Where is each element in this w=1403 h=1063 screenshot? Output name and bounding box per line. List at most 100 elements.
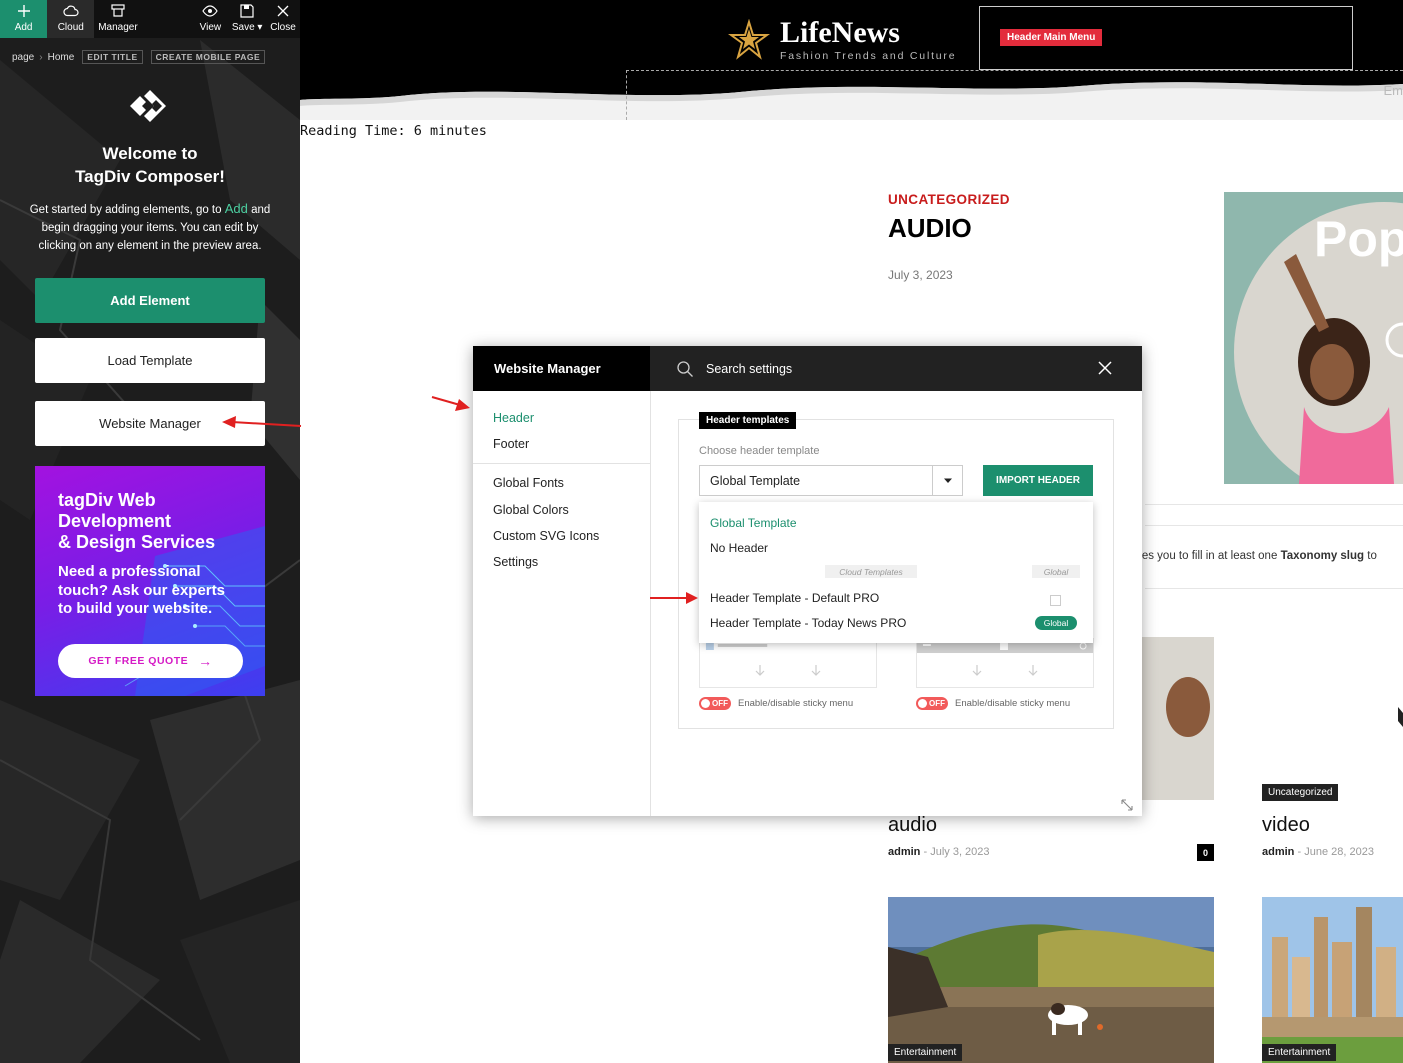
resize-handle-icon[interactable] [1120,798,1134,812]
load-template-button[interactable]: Load Template [35,338,265,383]
nav-global-fonts[interactable]: Global Fonts [493,476,564,490]
edit-title-button[interactable]: EDIT TITLE [82,50,143,64]
card-title-audio[interactable]: audio [888,814,937,837]
card-author[interactable]: admin [1262,846,1294,858]
cloud-label: Cloud [57,22,84,33]
option-global-template[interactable]: Global Template [710,516,797,530]
nav-settings[interactable]: Settings [493,555,538,569]
welcome-line-1: Welcome to [102,144,198,163]
breadcrumb-page[interactable]: page [12,52,34,63]
sticky-menu-toggle[interactable]: OFF [699,697,731,710]
nav-footer[interactable]: Footer [493,437,529,451]
header-main-menu-area[interactable]: Header Main Menu [979,6,1353,70]
card-author[interactable]: admin [888,846,920,858]
cloud-button[interactable]: Cloud [47,0,95,38]
modal-search-bar [650,346,1142,391]
card-category-badge[interactable]: Uncategorized [1262,784,1339,801]
add-button[interactable]: Add [0,0,48,38]
option-today-news-pro[interactable]: Header Template - Today News PRO [710,616,906,630]
composer-toolbar: Add Cloud Manager View Save ▾ Close [0,0,300,38]
header-preview-thumb[interactable] [916,638,1094,688]
choose-header-label: Choose header template [699,445,820,457]
manager-button[interactable]: Manager [94,0,141,38]
promo-banner[interactable]: tagDiv Web Development & Design Services… [35,466,265,696]
arrow-right-icon: → [198,653,213,669]
header-preview-thumb[interactable] [699,638,877,688]
create-mobile-page-button[interactable]: CREATE MOBILE PAGE [150,50,266,64]
empty-block-label: Em [1383,83,1403,98]
option-no-header[interactable]: No Header [710,541,768,555]
promo-text-line-3: to build your website. [58,600,213,617]
modal-title: Website Manager [473,346,650,391]
global-column-label: Global [1032,565,1080,578]
card-meta-audio: admin - July 3, 2023 [888,846,990,858]
manager-icon [111,4,125,17]
promo-text-line-2: touch? Ask our experts [58,581,225,599]
reading-time: Reading Time: 6 minutes [300,123,487,139]
website-manager-modal[interactable]: Website Manager Header Footer Global Fon… [473,346,1142,816]
taxonomy-msg-before: res you to fill in at least one [1138,550,1278,562]
site-logo[interactable]: LifeNews Fashion Trends and Culture [728,18,956,62]
card-category-badge[interactable]: Entertainment [888,1044,963,1061]
import-header-button[interactable]: IMPORT HEADER [983,465,1093,496]
card-image-video[interactable] [1262,637,1403,800]
add-element-button[interactable]: Add Element [35,278,265,323]
add-label: Add [14,22,33,33]
card-title-video[interactable]: video [1262,814,1310,837]
breadcrumb-home[interactable]: Home [48,52,75,63]
promo-title: tagDiv Web Development & Design Services [58,490,258,553]
get-free-quote-button[interactable]: GET FREE QUOTE → [58,644,243,678]
cloud-templates-group-label: Cloud Templates [825,565,917,578]
view-button[interactable]: View [192,0,228,38]
breadcrumb: page › Home EDIT TITLE CREATE MOBILE PAG… [12,50,266,64]
divider-line [1145,525,1403,526]
toggle-state: OFF [929,699,945,708]
get-free-quote-label: GET FREE QUOTE [88,655,189,667]
option-default-pro[interactable]: Header Template - Default PRO [710,591,879,605]
cloud-icon [63,5,79,17]
header-template-dropdown[interactable]: Global Template No Header Cloud Template… [699,502,1093,643]
close-button[interactable]: Close [266,0,300,38]
website-manager-button[interactable]: Website Manager [35,401,265,446]
search-settings-input[interactable] [706,354,1066,383]
manager-label: Manager [98,22,138,33]
meta-separator: - [923,846,928,858]
taxonomy-msg-after: to [1367,550,1377,562]
welcome-line-2: TagDiv Composer! [75,167,225,186]
toggle-knob [701,699,710,708]
card-image-city[interactable] [1262,897,1403,1063]
save-label: Save ▾ [231,22,263,33]
close-icon [277,5,289,17]
comment-count-badge[interactable]: 0 [1197,844,1214,861]
featured-image-caption: Pop [1314,211,1403,267]
close-icon[interactable] [1096,359,1114,377]
card-image-beach[interactable] [888,897,1214,1063]
header-empty-block[interactable]: Em [626,70,1403,120]
nav-global-colors[interactable]: Global Colors [493,503,569,517]
beach-photo [888,897,1214,1063]
floppy-icon [240,4,254,18]
post-title: AUDIO [888,213,972,243]
global-badge: Global [1035,616,1077,630]
set-global-checkbox[interactable] [1050,595,1061,606]
intro-add-link[interactable]: Add [225,201,248,216]
save-button[interactable]: Save ▾ [228,0,266,38]
featured-image[interactable]: Pop [1224,192,1403,484]
meta-separator: - [1297,846,1302,858]
site-header[interactable]: LifeNews Fashion Trends and Culture Head… [300,0,1403,120]
down-arrows-icon [972,665,1038,676]
header-template-select[interactable]: Global Template [699,465,963,496]
card-image-audio[interactable] [1138,637,1214,800]
modal-sidebar-nav: Header Footer Global Fonts Global Colors… [473,391,651,816]
promo-title-line-3: & Design Services [58,532,216,552]
post-category[interactable]: UNCATEGORIZED [888,192,1010,207]
intro-text: Get started by adding elements, go to Ad… [24,200,276,255]
nav-header[interactable]: Header [493,411,534,425]
save-text: Save [231,22,255,33]
card-category-badge[interactable]: Entertainment [1262,1044,1337,1061]
nav-custom-svg-icons[interactable]: Custom SVG Icons [493,529,599,543]
sticky-menu-toggle[interactable]: OFF [916,697,948,710]
promo-text: Need a professional touch? Ask our exper… [58,563,258,619]
header-templates-tag: Header templates [699,412,797,429]
